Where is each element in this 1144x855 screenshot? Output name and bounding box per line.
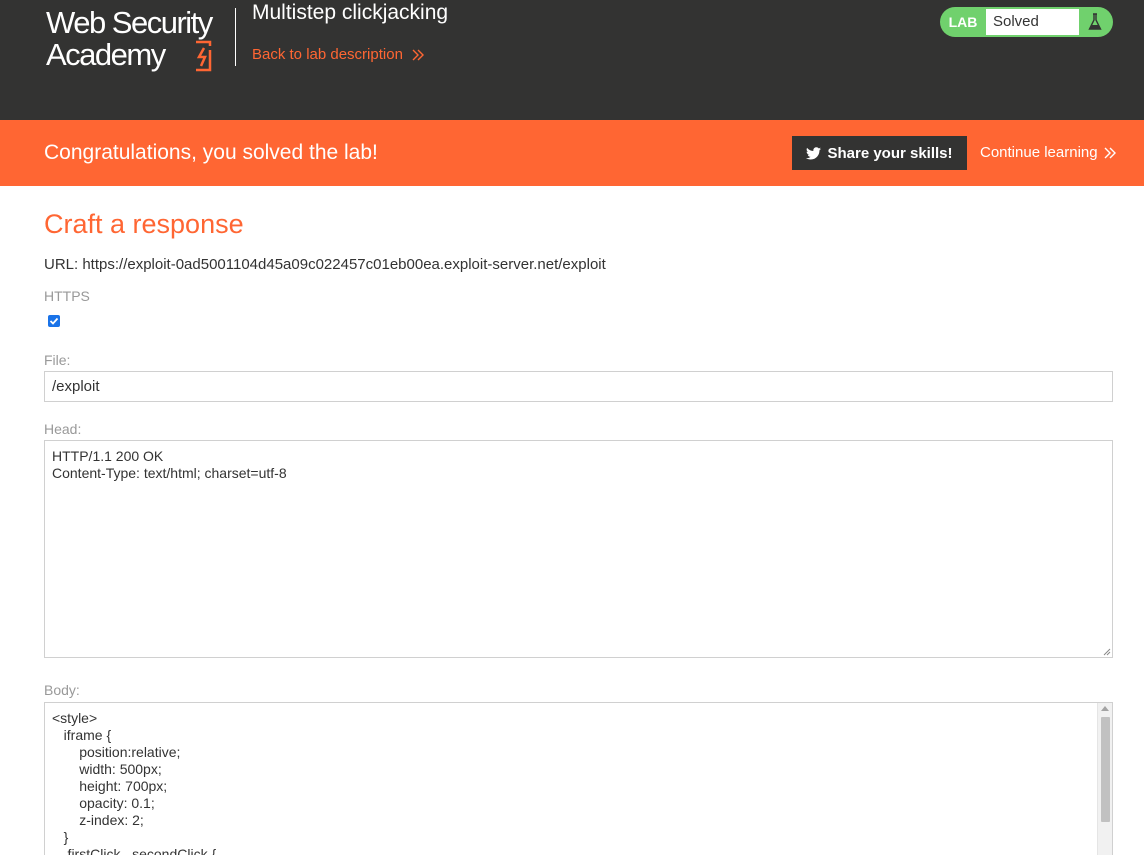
scroll-thumb[interactable]: [1101, 717, 1110, 822]
https-checkbox[interactable]: [48, 315, 60, 327]
exploit-url: URL: https://exploit-0ad5001104d45a09c02…: [44, 256, 606, 273]
share-your-skills-button[interactable]: Share your skills!: [792, 136, 967, 170]
https-label: HTTPS: [44, 288, 90, 304]
head-textarea[interactable]: HTTP/1.1 200 OK Content-Type: text/html;…: [44, 440, 1113, 658]
logo-divider: [235, 8, 236, 66]
resize-grip-icon[interactable]: [1103, 648, 1111, 656]
logo-bolt-icon: [196, 40, 212, 72]
twitter-icon: [806, 146, 822, 159]
double-chevron-right-icon: [412, 49, 424, 60]
web-security-academy-logo[interactable]: Web Security Academy: [46, 4, 236, 76]
share-button-label: Share your skills!: [827, 144, 953, 162]
congratulations-message: Congratulations, you solved the lab!: [44, 141, 378, 164]
lab-status-widget: LAB Solved: [940, 7, 1113, 37]
flask-icon: [1087, 13, 1102, 30]
body-scrollbar[interactable]: [1097, 703, 1112, 855]
double-chevron-right-icon: [1104, 147, 1116, 158]
file-input[interactable]: /exploit: [44, 371, 1113, 402]
logo-text-line1: Web Security: [46, 5, 213, 40]
body-textarea[interactable]: <style> iframe { position:relative; widt…: [44, 702, 1113, 855]
back-link-label: Back to lab description: [252, 46, 403, 63]
lab-title: Multistep clickjacking: [252, 1, 449, 24]
file-label: File:: [44, 352, 71, 368]
back-to-lab-description-link[interactable]: Back to lab description: [252, 46, 425, 63]
top-header: Web Security Academy Multistep clickjack…: [0, 0, 1144, 120]
scroll-up-arrow-icon[interactable]: [1101, 706, 1109, 711]
head-label: Head:: [44, 421, 82, 437]
solved-banner: Congratulations, you solved the lab! Sha…: [0, 120, 1144, 186]
continue-learning-link[interactable]: Continue learning: [980, 144, 1117, 161]
body-label: Body:: [44, 682, 80, 698]
lab-status-text: Solved: [986, 9, 1079, 35]
status-flask-container: [1079, 9, 1110, 35]
craft-response-heading: Craft a response: [44, 209, 244, 239]
checkmark-icon: [49, 317, 59, 325]
lab-badge: LAB: [948, 14, 978, 30]
logo-text-line2: Academy: [46, 37, 166, 72]
continue-learning-label: Continue learning: [980, 144, 1098, 161]
